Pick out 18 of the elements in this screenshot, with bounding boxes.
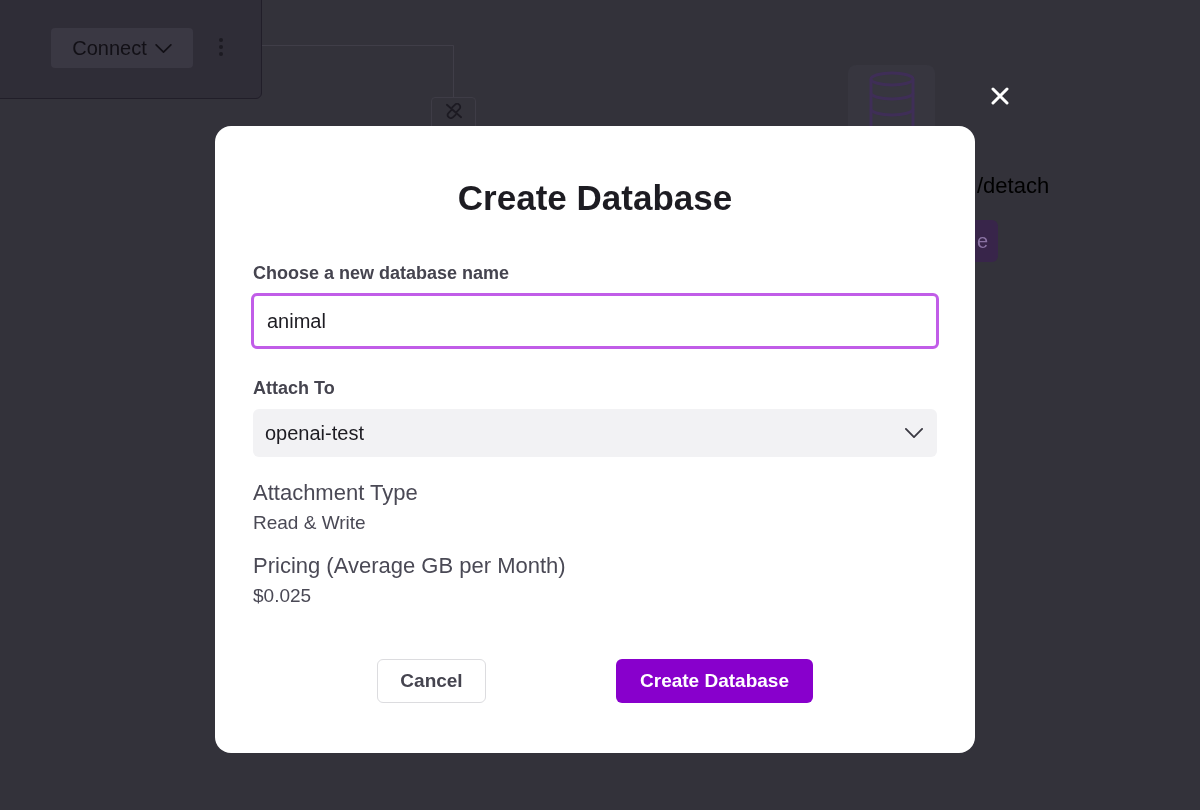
field-label: Attach To bbox=[253, 377, 336, 400]
detach-text: /detach bbox=[977, 172, 1050, 200]
create-button[interactable]: Create Database bbox=[616, 659, 813, 703]
dialog-title: Create Database bbox=[456, 177, 734, 219]
broken-link-icon bbox=[444, 103, 463, 119]
close-icon bbox=[991, 87, 1009, 105]
close-button[interactable] bbox=[991, 87, 1009, 105]
field-label: Choose a new database name bbox=[253, 262, 511, 285]
detail-label: Pricing (Average GB per Month) bbox=[253, 552, 567, 580]
chevron-down-icon bbox=[154, 43, 172, 53]
database-icon bbox=[868, 71, 915, 126]
detail-label: Attachment Type bbox=[253, 479, 419, 507]
cancel-button[interactable]: Cancel bbox=[377, 659, 486, 703]
detail-value: Read & Write bbox=[253, 511, 367, 535]
text-input[interactable]: animal bbox=[251, 293, 939, 349]
detail-value: $0.025 bbox=[253, 584, 313, 608]
chevron-down-icon bbox=[905, 428, 923, 438]
select-dropdown[interactable]: openai-test bbox=[253, 409, 937, 457]
